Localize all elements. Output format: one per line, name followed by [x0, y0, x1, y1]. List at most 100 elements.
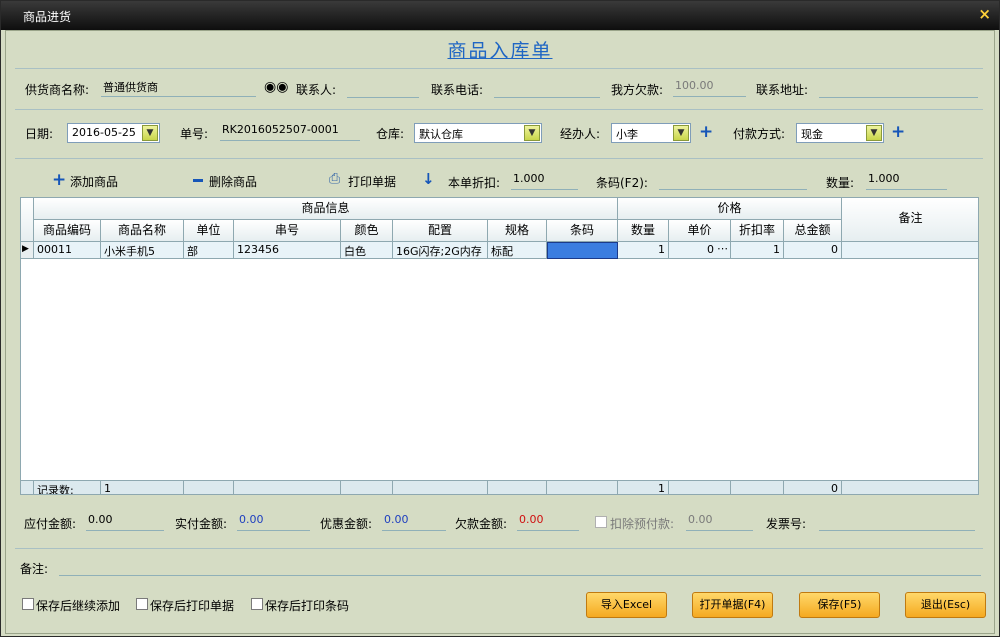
print-doc-label: 保存后打印单据: [150, 599, 235, 613]
owed-label: 欠款金额:: [455, 517, 508, 531]
supplier-input[interactable]: 普通供货商: [101, 79, 256, 97]
open-document-button[interactable]: 打开单据(F4): [692, 592, 773, 618]
discount-amount-input[interactable]: 0.00: [382, 513, 446, 531]
chevron-down-icon[interactable]: ▼: [142, 125, 158, 141]
row-header-corner: [21, 198, 34, 242]
footer-cell: [842, 480, 978, 494]
cell-total-amount[interactable]: 0: [784, 242, 842, 259]
barcode-input[interactable]: [659, 172, 807, 190]
date-label: 日期:: [25, 127, 54, 141]
invoice-input[interactable]: [819, 513, 975, 531]
column-header-spec[interactable]: 规格: [488, 220, 547, 242]
address-input[interactable]: [819, 80, 978, 98]
column-header-qty[interactable]: 数量: [618, 220, 669, 242]
payment-label: 付款方式:: [733, 127, 786, 141]
print-button[interactable]: 打印单据: [348, 173, 396, 190]
footer-cell: [341, 480, 393, 494]
footer-cell: [731, 480, 784, 494]
payment-select[interactable]: 现金 ▼: [796, 123, 884, 143]
column-header-barcode[interactable]: 条码: [547, 220, 618, 242]
column-header-notes: 备注: [842, 198, 978, 242]
cell-product-name[interactable]: 小米手机5: [101, 242, 184, 259]
warehouse-select[interactable]: 默认仓库 ▼: [414, 123, 542, 143]
order-no-value: RK2016052507-0001: [220, 123, 360, 141]
row-indicator-icon: ▶: [21, 242, 34, 259]
print-doc-checkbox[interactable]: [136, 598, 148, 610]
cell-spec[interactable]: 标配: [488, 242, 547, 259]
chevron-down-icon[interactable]: ▼: [524, 125, 540, 141]
save-button[interactable]: 保存(F5): [799, 592, 880, 618]
cell-unit-price[interactable]: 0 ⋯: [669, 242, 731, 259]
delete-product-button[interactable]: 删除商品: [209, 173, 257, 190]
footer-cell: [234, 480, 341, 494]
discount-amount-label: 优惠金额:: [320, 517, 373, 531]
document-title: 商品入库单: [447, 40, 553, 62]
qty-label: 数量:: [826, 176, 855, 190]
column-header-unit-price[interactable]: 单价: [669, 220, 731, 242]
cell-unit[interactable]: 部: [184, 242, 234, 259]
footer-cell: [669, 480, 731, 494]
ellipsis-icon[interactable]: ⋯: [717, 242, 728, 255]
minus-icon[interactable]: [193, 179, 203, 182]
group-header-info: 商品信息: [34, 198, 618, 220]
exit-button[interactable]: 退出(Esc): [905, 592, 986, 618]
contact-label: 联系人:: [296, 83, 337, 97]
phone-input[interactable]: [494, 80, 600, 98]
contact-input[interactable]: [347, 80, 419, 98]
footer-count: 1: [101, 480, 184, 494]
cell-notes[interactable]: [842, 242, 978, 259]
import-excel-button[interactable]: 导入Excel: [586, 592, 667, 618]
column-header-product-code[interactable]: 商品编码: [34, 220, 101, 242]
divider: [15, 109, 983, 110]
binoculars-icon[interactable]: ◉◉: [264, 79, 288, 95]
payment-value: 现金: [801, 128, 823, 141]
deduct-checkbox[interactable]: [595, 516, 607, 528]
cell-serial-no[interactable]: 123456: [234, 242, 341, 259]
chevron-down-icon[interactable]: ▼: [673, 125, 689, 141]
footer-amount-total: 0: [784, 480, 842, 494]
column-header-serial-no[interactable]: 串号: [234, 220, 341, 242]
print-barcode-checkbox[interactable]: [251, 598, 263, 610]
column-header-product-name[interactable]: 商品名称: [101, 220, 184, 242]
handler-select[interactable]: 小李 ▼: [611, 123, 691, 143]
column-header-discount-rate[interactable]: 折扣率: [731, 220, 784, 242]
cell-config[interactable]: 16G闪存;2G内存: [393, 242, 488, 259]
column-header-total-amount[interactable]: 总金额: [784, 220, 842, 242]
paid-input[interactable]: 0.00: [237, 513, 310, 531]
cell-barcode[interactable]: [547, 242, 618, 259]
add-plus-icon[interactable]: +: [52, 172, 66, 189]
cell-color[interactable]: 白色: [341, 242, 393, 259]
footer-cell: [488, 480, 547, 494]
print-barcode-label: 保存后打印条码: [265, 599, 350, 613]
continue-add-checkbox[interactable]: [22, 598, 34, 610]
order-no-label: 单号:: [180, 127, 209, 141]
footer-label: 记录数:: [34, 480, 101, 494]
window-title: 商品进货: [23, 10, 72, 24]
column-header-color[interactable]: 颜色: [341, 220, 393, 242]
invoice-label: 发票号:: [766, 517, 807, 531]
payable-label: 应付金额:: [24, 517, 77, 531]
cell-discount-rate[interactable]: 1: [731, 242, 784, 259]
cell-qty[interactable]: 1: [618, 242, 669, 259]
warehouse-value: 默认仓库: [419, 128, 463, 141]
remarks-label: 备注:: [20, 562, 49, 576]
add-product-button[interactable]: 添加商品: [70, 173, 118, 190]
column-header-unit[interactable]: 单位: [184, 220, 234, 242]
printer-icon[interactable]: ⎙: [329, 171, 340, 187]
footer-qty-total: 1: [618, 480, 669, 494]
product-grid[interactable]: 商品信息 价格 备注 商品编码 商品名称 单位 串号 颜色 配置 规格 条码 数量 单价 折扣率 总金…: [20, 197, 979, 495]
qty-input[interactable]: 1.000: [866, 172, 947, 190]
add-handler-plus-icon[interactable]: +: [699, 124, 713, 141]
discount-input[interactable]: 1.000: [511, 172, 578, 190]
handler-label: 经办人:: [560, 127, 601, 141]
column-header-config[interactable]: 配置: [393, 220, 488, 242]
close-icon[interactable]: ×: [978, 5, 991, 23]
owed-value: 0.00: [517, 513, 579, 531]
chevron-down-icon[interactable]: ▼: [866, 125, 882, 141]
barcode-label: 条码(F2):: [596, 176, 648, 190]
cell-product-code[interactable]: 00011: [34, 242, 101, 259]
add-payment-plus-icon[interactable]: +: [891, 124, 905, 141]
date-picker[interactable]: 2016-05-25 ▼: [67, 123, 160, 143]
group-header-price: 价格: [618, 198, 842, 220]
remarks-input[interactable]: [59, 558, 981, 576]
